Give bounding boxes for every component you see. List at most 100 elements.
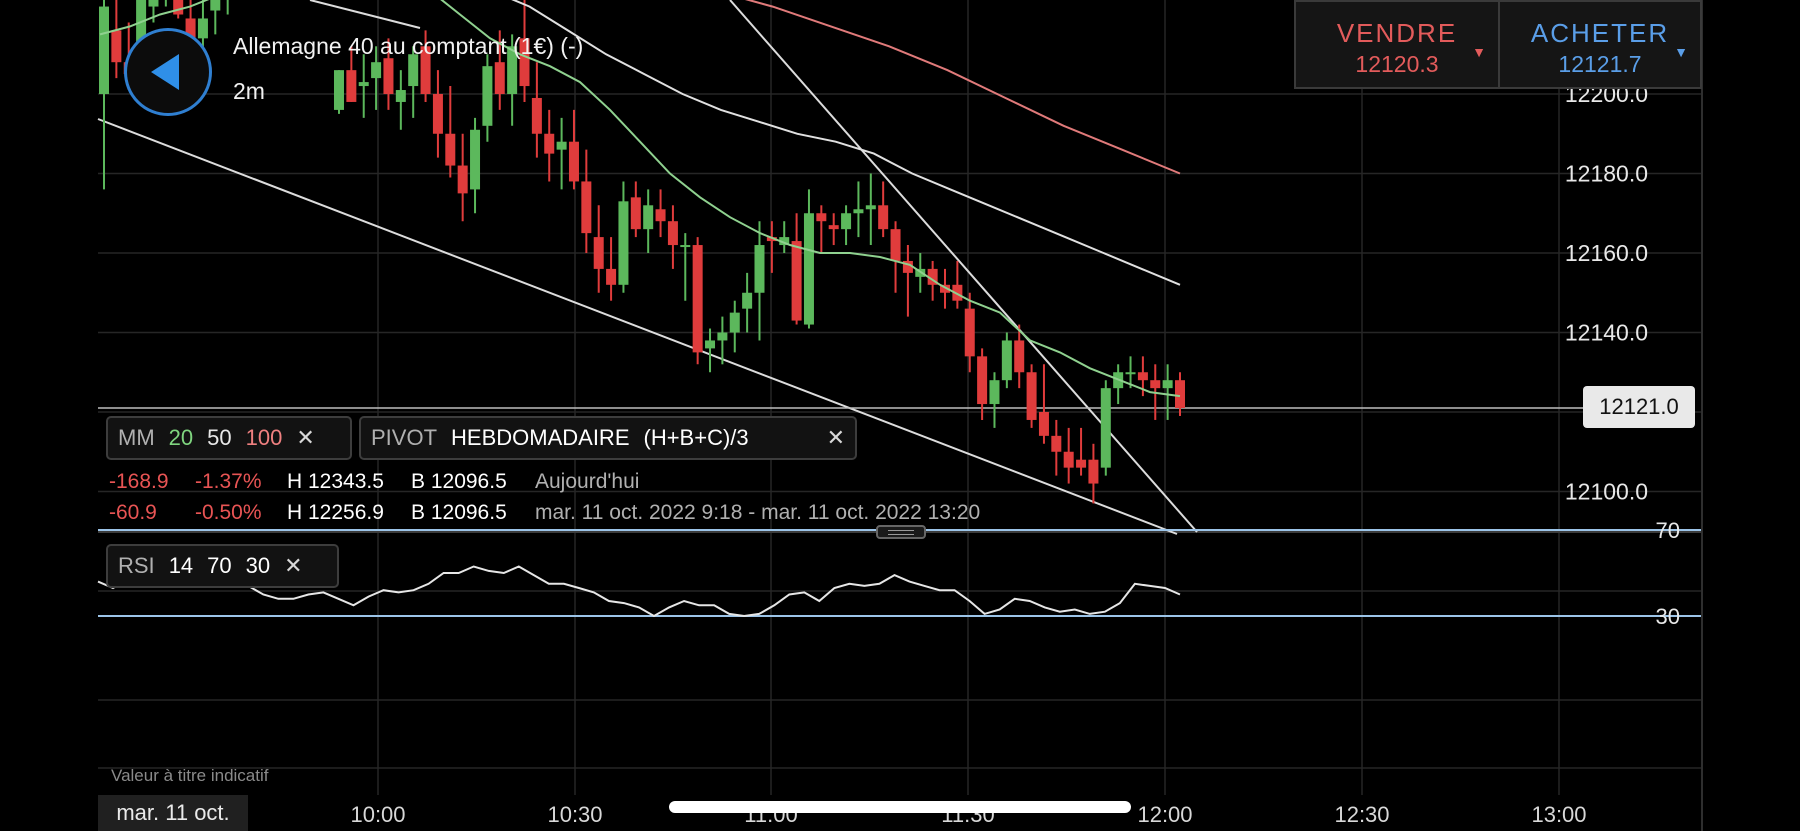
pane-resize-handle[interactable] <box>876 525 926 539</box>
stat-high: H 12256.9 <box>287 501 384 524</box>
rsi-label: RSI <box>118 553 155 578</box>
candle-body <box>791 241 802 321</box>
stat-low: B 12096.5 <box>411 470 507 493</box>
x-tick-label: 12:30 <box>1334 802 1389 827</box>
candle-body <box>1162 380 1173 389</box>
buy-price: 12121.7 <box>1558 51 1642 77</box>
indicative-note: Valeur à titre indicatif <box>111 766 269 785</box>
home-indicator <box>669 801 1131 813</box>
y-tick-label: 12180.0 <box>1565 161 1648 187</box>
candle-body <box>1038 412 1049 436</box>
candle-body <box>977 356 988 405</box>
buy-button[interactable]: ACHETER 12121.7 ▼ <box>1498 0 1702 89</box>
pivot-period: HEBDOMADAIRE <box>451 425 630 450</box>
candle-body <box>643 205 654 230</box>
candle-body <box>1076 459 1087 468</box>
candle-body <box>1175 380 1185 409</box>
mm-close-icon[interactable]: ✕ <box>296 425 314 451</box>
candle-body <box>482 66 493 126</box>
pivot-label: PIVOT <box>371 425 438 450</box>
candle-body <box>148 0 159 7</box>
candle-body <box>964 308 975 357</box>
candle-body <box>853 209 864 214</box>
candle-body <box>878 205 889 230</box>
stat-percent: -0.50% <box>195 501 262 524</box>
pivot-formula: (H+B+C)/3 <box>643 425 749 450</box>
candle-body <box>742 292 753 309</box>
candle-body <box>556 141 567 150</box>
candle-body <box>1088 459 1099 484</box>
candle-body <box>457 165 468 194</box>
back-arrow-icon <box>151 54 179 90</box>
mm-period-50: 50 <box>207 425 232 450</box>
candle-body <box>494 62 505 94</box>
candle-body <box>865 205 876 210</box>
candle-body <box>531 97 542 134</box>
candle-body <box>890 229 901 261</box>
stat-period: Aujourd'hui <box>535 470 640 493</box>
candle-body <box>1100 388 1111 468</box>
candle-body <box>383 58 394 94</box>
candle-body <box>841 213 852 230</box>
candle-body <box>432 94 443 134</box>
candle-body <box>1014 340 1025 373</box>
y-tick-label: 12140.0 <box>1565 320 1648 346</box>
candle-body <box>816 213 827 222</box>
candle-body <box>1063 451 1074 468</box>
candle-body <box>1125 372 1136 375</box>
buy-caret-icon: ▼ <box>1674 44 1688 60</box>
rsi-oversold: 30 <box>245 553 271 578</box>
rsi-period: 14 <box>168 553 194 578</box>
rsi-indicator-legend[interactable]: RSI 14 70 30 ✕ <box>106 544 339 588</box>
buy-label: ACHETER <box>1530 18 1670 48</box>
y-tick-label: 12160.0 <box>1565 240 1648 266</box>
pivot-indicator-legend[interactable]: PIVOT HEBDOMADAIRE (H+B+C)/3 ✕ <box>359 416 857 460</box>
sell-button[interactable]: VENDRE 12120.3 ▼ <box>1294 0 1500 89</box>
stat-high: H 12343.5 <box>287 470 384 493</box>
candle-body <box>395 90 406 102</box>
candle-body <box>692 245 703 353</box>
candle-body <box>705 340 716 349</box>
current-price-tag: 12121.0 <box>1583 386 1695 428</box>
candle-body <box>210 0 221 11</box>
candle-body <box>333 70 344 110</box>
pivot-close-icon[interactable]: ✕ <box>827 425 845 451</box>
candle-body <box>680 245 691 248</box>
candle-body <box>371 62 382 79</box>
candle-body <box>630 197 641 230</box>
candle-body <box>1026 372 1037 420</box>
stat-percent: -1.37% <box>195 470 262 493</box>
stat-change: -60.9 <box>109 501 157 524</box>
rsi-tick-label: 30 <box>1656 604 1680 629</box>
candle-body <box>593 237 604 269</box>
candle-body <box>618 201 629 285</box>
x-tick-label: 10:00 <box>350 802 405 827</box>
candle-body <box>544 133 555 154</box>
candle-body <box>99 6 109 94</box>
mm-label: MM <box>118 425 155 450</box>
back-button[interactable] <box>124 28 212 116</box>
mm-period-100: 100 <box>245 425 283 450</box>
rsi-tick-label: 70 <box>1656 518 1680 543</box>
x-tick-label: 13:00 <box>1531 802 1586 827</box>
date-label: mar. 11 oct. <box>98 795 248 831</box>
stat-low: B 12096.5 <box>411 501 507 524</box>
candle-body <box>667 221 678 246</box>
y-tick-label: 12100.0 <box>1565 479 1648 505</box>
candle-body <box>346 70 357 102</box>
candle-body <box>1150 380 1161 389</box>
candle-body <box>655 209 666 222</box>
stat-period: mar. 11 oct. 2022 9:18 - mar. 11 oct. 20… <box>535 501 981 524</box>
mm-indicator-legend[interactable]: MM 20 50 100 ✕ <box>106 416 352 460</box>
candle-body <box>358 82 369 87</box>
trend-line <box>309 0 421 29</box>
sell-caret-icon: ▼ <box>1472 44 1486 60</box>
mm-period-20: 20 <box>168 425 194 450</box>
candle-body <box>1137 372 1148 381</box>
instrument-name: Allemagne 40 au comptant (1€) (-) <box>233 33 584 59</box>
grip-icon <box>888 530 914 535</box>
candle-body <box>445 133 456 166</box>
rsi-close-icon[interactable]: ✕ <box>284 553 302 579</box>
timeframe-label[interactable]: 2m <box>233 78 265 105</box>
candle-body <box>1051 435 1062 452</box>
